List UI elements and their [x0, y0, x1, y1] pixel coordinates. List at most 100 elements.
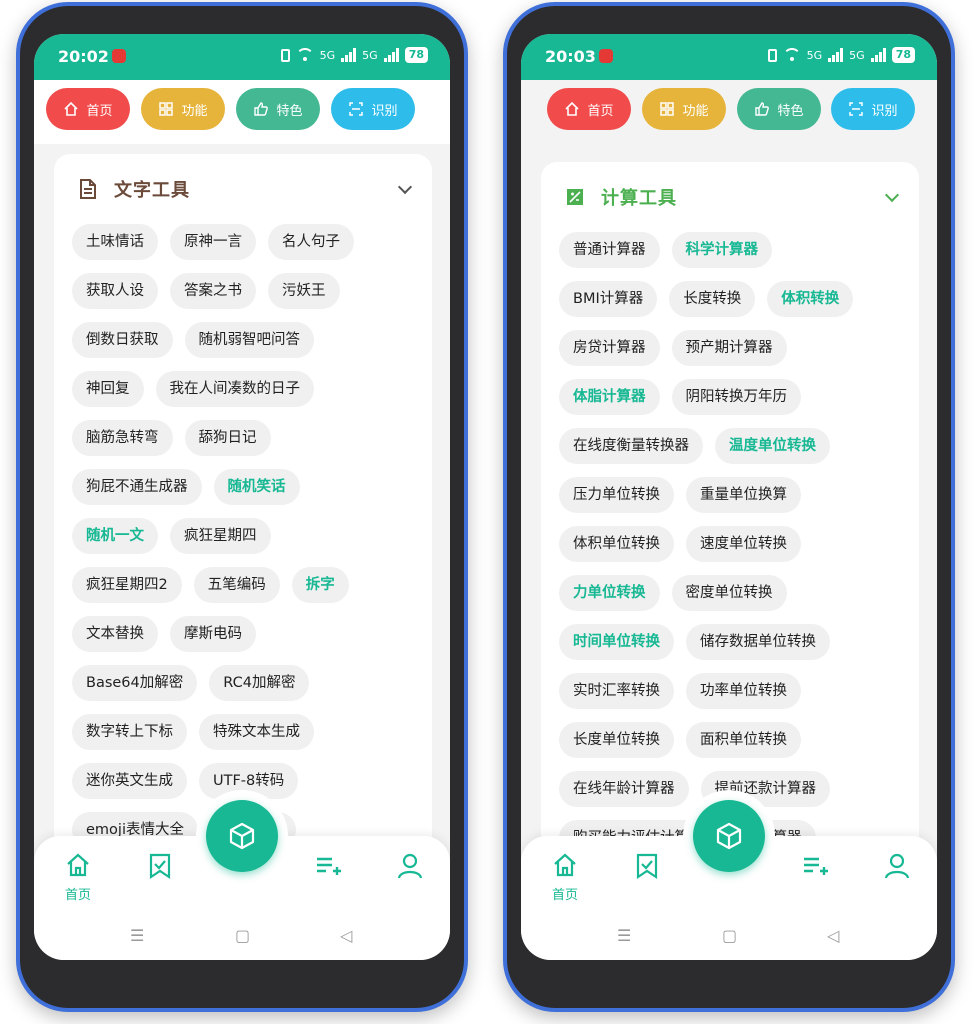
tool-chip[interactable]: 污妖王	[268, 273, 340, 309]
tool-chip[interactable]: 土味情话	[72, 224, 158, 260]
tool-chip[interactable]: 长度转换	[669, 281, 756, 317]
tool-chip[interactable]: 密度单位转换	[671, 575, 787, 611]
nav-pill-home[interactable]: 首页	[46, 88, 130, 130]
battery-level: 78	[404, 47, 428, 63]
text-tools-card: 文字工具 土味情话 原神一言 名人句子 获取人设 答案之书 污妖王 倒数日获取 随机弱智吧问答…	[54, 154, 432, 874]
tool-chip[interactable]: 倒数日获取	[72, 322, 173, 358]
card-title: 文字工具	[114, 180, 190, 201]
tool-chip[interactable]: RC4加解密	[209, 665, 310, 701]
chip-row: 神回复 我在人间凑数的日子	[72, 371, 418, 407]
tool-chip[interactable]: BMI计算器	[559, 281, 658, 317]
tool-chip[interactable]: 在线年龄计算器	[559, 771, 689, 807]
tool-chip[interactable]: 面积单位转换	[686, 722, 801, 758]
tool-chip[interactable]: 普通计算器	[559, 232, 660, 268]
chevron-down-icon[interactable]	[884, 187, 900, 203]
tool-chip[interactable]: 在线度衡量转换器	[559, 428, 703, 464]
tool-chip[interactable]: 时间单位转换	[559, 624, 674, 660]
chip-row: BMI计算器 长度转换 体积转换	[559, 281, 905, 317]
tool-chip[interactable]: 长度单位转换	[559, 722, 674, 758]
tool-chip[interactable]: 脑筋急转弯	[72, 420, 173, 456]
tool-chip[interactable]: 神回复	[72, 371, 144, 407]
tool-chip[interactable]: 实时汇率转换	[559, 673, 674, 709]
tool-chip[interactable]: 拆字	[291, 567, 349, 603]
nav-pill-scan[interactable]: 识别	[331, 88, 415, 130]
bottom-nav-home[interactable]: 首页	[48, 852, 108, 903]
tool-chip[interactable]: 随机笑话	[213, 469, 300, 505]
tool-chip[interactable]: 温度单位转换	[715, 428, 830, 464]
fab-button[interactable]	[693, 800, 765, 872]
network-type-2: 5G	[849, 48, 865, 62]
bottom-nav-profile[interactable]	[380, 852, 440, 884]
tool-chip[interactable]: 特殊文本生成	[199, 714, 314, 750]
bottom-nav-playlist[interactable]	[298, 852, 358, 882]
tool-chip[interactable]: 预产期计算器	[671, 330, 787, 366]
nav-pill-function[interactable]: 功能	[141, 88, 225, 130]
tool-chip[interactable]: 压力单位转换	[559, 477, 674, 513]
document-icon	[80, 179, 96, 199]
chip-row: 土味情话 原神一言 名人句子	[72, 224, 418, 260]
calculator-icon	[567, 189, 583, 205]
thumbs-up-icon	[254, 102, 269, 116]
status-icons: 5G 5G 78	[280, 47, 428, 63]
calc-tools-header[interactable]: 计算工具	[565, 184, 677, 210]
status-time: 20:02	[58, 47, 109, 66]
home-square-icon[interactable]: ▢	[235, 926, 250, 945]
chip-row: 体积单位转换 速度单位转换	[559, 526, 905, 562]
home-icon	[565, 101, 580, 116]
menu-icon[interactable]: ☰	[617, 926, 631, 945]
signal-icon	[828, 48, 844, 62]
tool-chip[interactable]: 功率单位转换	[686, 673, 801, 709]
fab-button[interactable]	[206, 800, 278, 872]
tool-chip[interactable]: 房贷计算器	[559, 330, 660, 366]
bottom-nav-bookmark[interactable]	[130, 852, 190, 884]
tool-chip[interactable]: 体积转换	[767, 281, 854, 317]
tool-chip[interactable]: 阴阳转换万年历	[671, 379, 801, 415]
bottom-nav-bookmark[interactable]	[617, 852, 677, 884]
tool-chip[interactable]: 迷你英文生成	[72, 763, 187, 799]
status-icons: 5G 5G 78	[767, 47, 915, 63]
bottom-nav-playlist[interactable]	[785, 852, 845, 882]
tool-chip[interactable]: 名人句子	[268, 224, 354, 260]
tool-chip[interactable]: 狗屁不通生成器	[72, 469, 202, 505]
tool-chip[interactable]: 答案之书	[170, 273, 256, 309]
nav-pill-home[interactable]: 首页	[547, 88, 631, 130]
tool-chip[interactable]: 疯狂星期四2	[72, 567, 182, 603]
tool-chip[interactable]: 文本替换	[72, 616, 158, 652]
nav-pill-feature[interactable]: 特色	[737, 88, 821, 130]
tool-chip[interactable]: Base64加解密	[72, 665, 198, 701]
chevron-down-icon[interactable]	[397, 179, 413, 195]
tool-chip[interactable]: 数字转上下标	[72, 714, 187, 750]
tool-chip[interactable]: 摩斯电码	[170, 616, 256, 652]
bottom-nav-profile[interactable]	[867, 852, 927, 884]
nav-pill-feature-label: 特色	[276, 103, 303, 119]
tool-chip[interactable]: 获取人设	[72, 273, 158, 309]
chip-row: 普通计算器 科学计算器	[559, 232, 905, 268]
tool-chip[interactable]: 速度单位转换	[686, 526, 801, 562]
tool-chip[interactable]: 五笔编码	[193, 567, 280, 603]
tool-chip[interactable]: 疯狂星期四	[170, 518, 271, 554]
text-tools-header[interactable]: 文字工具	[78, 176, 190, 202]
tool-chip[interactable]: 储存数据单位转换	[686, 624, 830, 660]
home-square-icon[interactable]: ▢	[722, 926, 737, 945]
tool-chip[interactable]: 体脂计算器	[559, 379, 660, 415]
vibrate-icon	[280, 48, 290, 62]
tool-chip[interactable]: 重量单位换算	[686, 477, 801, 513]
tool-chip[interactable]: 舔狗日记	[184, 420, 271, 456]
signal-icon	[341, 48, 357, 62]
back-icon[interactable]: ◁	[340, 926, 352, 945]
back-icon[interactable]: ◁	[827, 926, 839, 945]
nav-pill-function[interactable]: 功能	[642, 88, 726, 130]
chip-row: 在线度衡量转换器 温度单位转换	[559, 428, 905, 464]
nav-pill-scan[interactable]: 识别	[831, 88, 915, 130]
bottom-nav-home[interactable]: 首页	[535, 852, 595, 903]
menu-icon[interactable]: ☰	[130, 926, 144, 945]
nav-pill-feature[interactable]: 特色	[236, 88, 320, 130]
tool-chip[interactable]: 我在人间凑数的日子	[155, 371, 314, 407]
tool-chip[interactable]: 随机弱智吧问答	[184, 322, 314, 358]
tool-chip[interactable]: 科学计算器	[671, 232, 772, 268]
tool-chip[interactable]: 原神一言	[170, 224, 256, 260]
tool-chip[interactable]: 随机一文	[72, 518, 158, 554]
fab-container	[683, 790, 775, 882]
tool-chip[interactable]: 力单位转换	[559, 575, 660, 611]
tool-chip[interactable]: 体积单位转换	[559, 526, 674, 562]
